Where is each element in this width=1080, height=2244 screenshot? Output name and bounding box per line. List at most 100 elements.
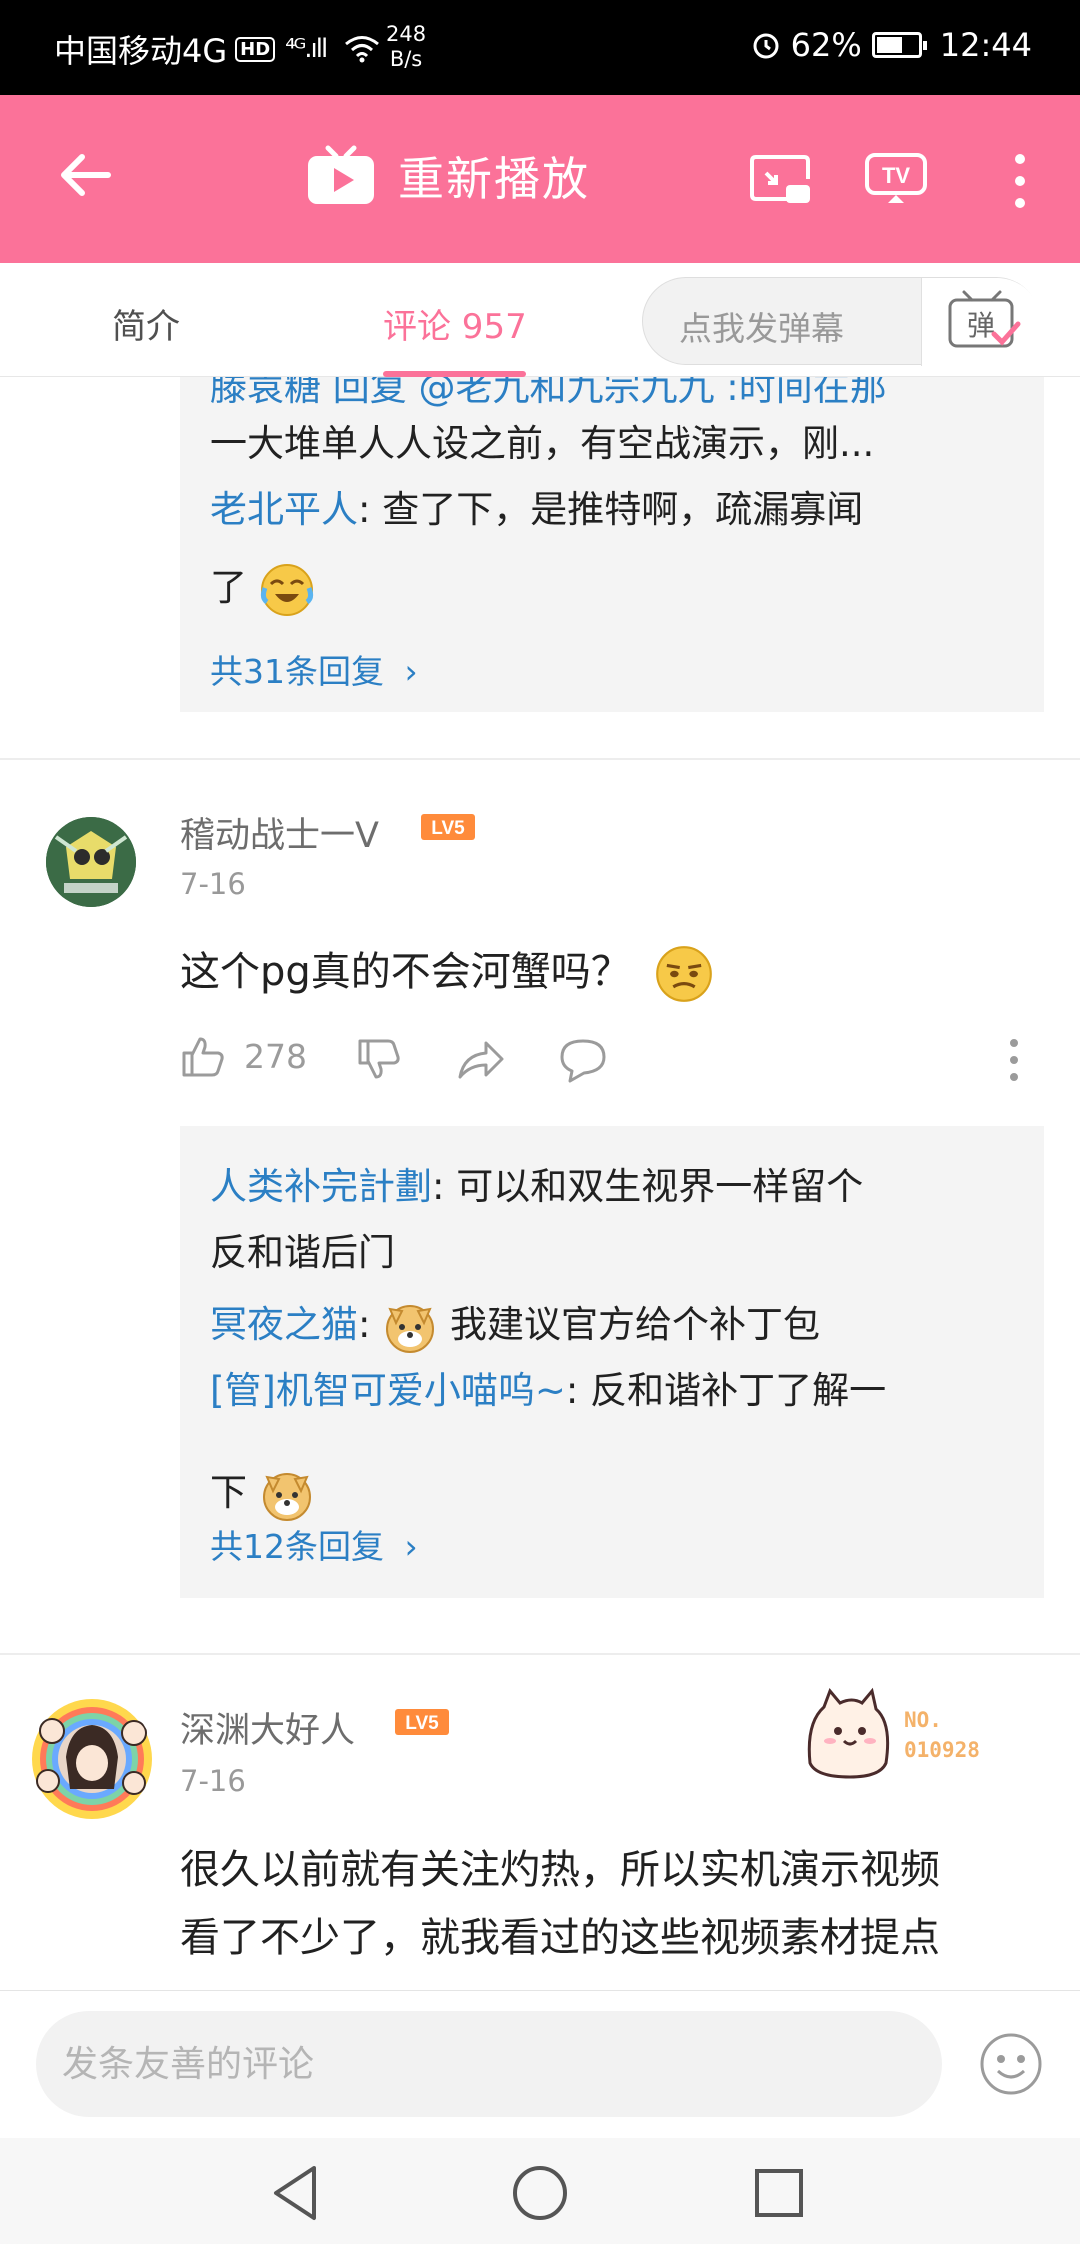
battery-icon [871,32,927,58]
comment-date: 7-16 [180,1764,246,1798]
tab-intro[interactable]: 简介 [112,299,180,348]
danmaku-button[interactable]: 弹 [921,278,1041,366]
fan-badge-mascot-icon [807,1687,890,1779]
nav-back-icon[interactable] [262,2158,332,2228]
reply-text: : 可以和双生视界一样留个 [432,1165,864,1208]
cast-icon[interactable] [748,151,812,207]
comment-divider [0,758,1080,760]
more-replies-label: 共31条回复 [210,652,384,691]
reply-box[interactable]: 人类补完計劃: 可以和双生视界一样留个 反和谐后门 冥夜之猫: 我建议官方给个补… [180,1126,1044,1462]
reply-text: : 查了下，是推特啊，疏漏寡闻 [358,488,864,531]
danmaku-icon: 弹 [948,290,1021,348]
comment-text-line: 看了不少了，就我看过的这些视频素材提点 [180,1915,940,1961]
back-arrow-icon[interactable] [56,145,116,205]
reply-username[interactable]: 人类补完計劃 [210,1165,432,1208]
fan-badge-id: 010928 [904,1738,980,1762]
avatar[interactable] [46,817,136,907]
like-button[interactable]: 278 [180,1033,307,1079]
danmaku-button-label: 弹 [967,309,995,342]
chevron-right-icon: › [404,1527,418,1566]
reply-text-prefix: : [358,1303,383,1346]
status-left: 中国移动4G HD ⁴ᴳ.ıll [54,26,380,72]
comment-username[interactable]: 深渊大好人 [180,1702,355,1753]
hd-badge: HD [235,36,276,62]
reply-line: 人类补完計劃: 可以和双生视界一样留个 [210,1156,863,1210]
battery-percent: 62% [790,26,862,64]
thumbs-up-icon [182,1037,224,1077]
more-replies-link[interactable]: 共31条回复 › [210,645,418,693]
comment-divider [0,1653,1080,1655]
danmaku-input[interactable]: 点我发弹幕 弹 [642,277,1041,366]
signal-icon: ⁴ᴳ.ıll [285,34,328,64]
more-replies-link[interactable]: 共12条回复 › [210,1520,418,1568]
avatar-image [46,817,136,907]
nav-home-icon[interactable] [505,2158,575,2228]
reply-line: 反和谐后门 [210,1222,395,1276]
avatar[interactable] [30,1697,154,1821]
network-speed: 248 B/s [386,22,426,72]
reply-text: : 反和谐补丁了解一 [565,1369,887,1412]
tv-icon [308,145,374,204]
replay-title[interactable]: 重新播放 [306,143,590,209]
tab-bar: 简介 评论 957 点我发弹幕 弹 [0,263,1080,377]
carrier-label: 中国移动4G [54,32,228,70]
reply-username[interactable]: [管]机智可爱小喵呜~ [210,1369,566,1412]
speed-value: 248 [386,22,427,46]
reply-text: 一大堆单人人设之前，有空战演示，刚... [210,422,875,465]
comment-text-line: 很久以前就有关注灼热，所以实机演示视频 [180,1847,940,1893]
smug-emoji-icon [655,946,712,1002]
tv-cast-icon[interactable]: TV [864,151,928,207]
fan-badge-prefix: NO. [904,1708,942,1732]
nav-recents-icon[interactable] [744,2158,814,2228]
reply-line: 老北平人: 查了下，是推特啊，疏漏寡闻 [210,479,863,533]
comment-username[interactable]: 稽动战士一V [180,807,379,858]
speed-unit: B/s [389,47,423,71]
comment-input[interactable] [36,2011,942,2117]
emoji-face-icon[interactable] [978,2031,1044,2097]
reply-username[interactable]: 冥夜之猫 [210,1303,358,1346]
reply-line: 一大堆单人人设之前，有空战演示，刚... [210,413,874,467]
system-nav-bar [0,2138,1080,2244]
more-vertical-icon[interactable] [1000,151,1040,211]
reply-text: 反和谐后门 [210,1231,395,1274]
doge-emoji-icon [386,1304,435,1353]
reply-line-cut: 滕袁糖 回复 @老九和九宗九九 :时间在那 [210,377,887,409]
clock: 12:44 [939,26,1032,64]
reply-line: 下 [210,1462,315,1523]
tab-comments[interactable]: 评论 957 [383,299,527,348]
reply-text: 下 [210,1471,247,1514]
tab-underline [383,371,526,377]
reply-bubble-icon[interactable] [558,1037,608,1083]
page-title: 重新播放 [398,152,590,206]
fan-badge-number: NO. 010928 [904,1705,980,1765]
fan-badge[interactable]: NO. 010928 [800,1683,1020,1793]
level-label: LV5 [405,1713,439,1734]
comment-bar [0,1990,1080,2138]
like-count: 278 [244,1036,307,1076]
reply-box[interactable]: 滕袁糖 回复 @老九和九宗九九 :时间在那 一大堆单人人设之前，有空战演示，刚.… [180,377,1044,712]
doge-emoji-icon [262,1472,311,1521]
comment-list[interactable]: 滕袁糖 回复 @老九和九宗九九 :时间在那 一大堆单人人设之前，有空战演示，刚.… [0,377,1080,1990]
thumbs-down-icon[interactable] [356,1037,402,1083]
reply-line: [管]机智可爱小喵呜~: 反和谐补丁了解一 [210,1360,886,1414]
comment-date: 7-16 [180,867,246,901]
reply-username[interactable]: 老北平人 [210,488,358,531]
level-badge: LV5 [421,814,475,840]
status-bar: 中国移动4G HD ⁴ᴳ.ıll 248 B/s 62% 12:44 [0,0,1080,95]
app-header: 重新播放 TV [0,95,1080,263]
chevron-right-icon: › [404,652,418,691]
comment-more-icon[interactable] [996,1037,1032,1083]
more-replies-label: 共12条回复 [210,1527,384,1566]
share-icon[interactable] [456,1037,506,1083]
wifi-icon [345,36,380,63]
level-badge: LV5 [395,1709,449,1735]
reply-box-continued[interactable]: 下 共12条回复 › [180,1462,1044,1598]
reply-line: 冥夜之猫: 我建议官方给个补丁包 [210,1294,820,1355]
avatar-image [32,1699,152,1819]
reply-text: 我建议官方给个补丁包 [450,1303,820,1346]
tv-label: TV [882,163,910,188]
battery-fill [876,37,902,53]
comment-text: 这个pg真的不会河蟹吗？ [180,939,714,1004]
alarm-icon [753,33,779,59]
cry-laugh-emoji-icon [260,563,313,616]
